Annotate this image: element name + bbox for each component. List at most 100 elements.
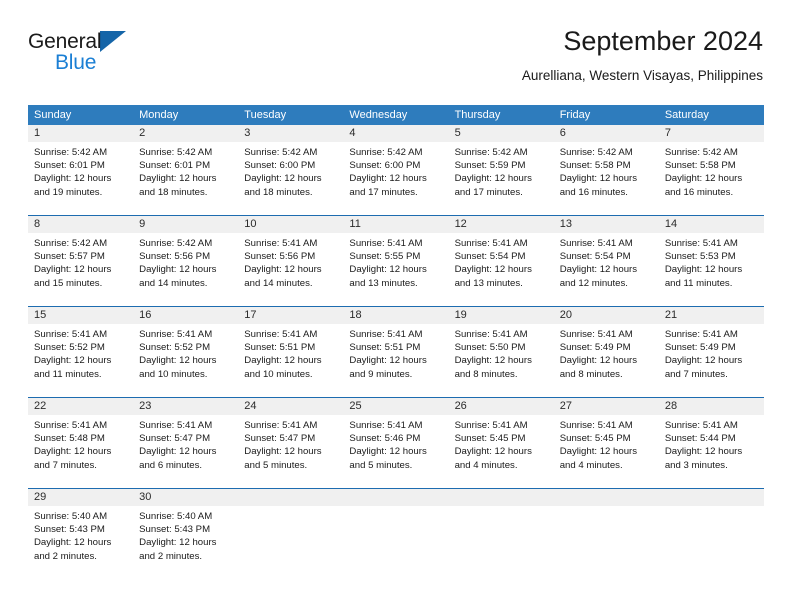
day-cell[interactable]: 3 Sunrise: 5:42 AM Sunset: 6:00 PM Daylight… [238, 125, 344, 203]
day-details: Sunrise: 5:41 AM Sunset: 5:51 PM Daylight:… [343, 324, 448, 381]
daylight-text-line1: Daylight: 12 hours [34, 173, 112, 185]
day-details: Sunrise: 5:42 AM Sunset: 5:58 PM Daylight:… [554, 142, 659, 199]
day-number-band: 26 [448, 398, 554, 415]
day-number-band: 13 [553, 216, 659, 233]
day-number: 11 [349, 218, 361, 230]
daylight-text-line1: Daylight: 12 hours [139, 355, 217, 367]
day-number-band: 16 [133, 307, 239, 324]
day-number-band: 28 [658, 398, 764, 415]
day-number-band: 25 [343, 398, 449, 415]
day-cell[interactable]: 14 Sunrise: 5:41 AM Sunset: 5:53 PM Dayligh… [658, 216, 764, 294]
day-number: 5 [454, 127, 461, 139]
day-number: 16 [139, 309, 152, 321]
day-number: 30 [139, 491, 152, 503]
sunrise-text: Sunrise: 5:42 AM [139, 238, 213, 249]
day-details: Sunrise: 5:41 AM Sunset: 5:45 PM Daylight:… [554, 415, 659, 472]
day-details: Sunrise: 5:41 AM Sunset: 5:49 PM Daylight:… [554, 324, 659, 381]
day-number-band: 15 [28, 307, 134, 324]
sunrise-text: Sunrise: 5:42 AM [559, 147, 633, 158]
day-number: 19 [454, 309, 467, 321]
day-cell[interactable]: 9 Sunrise: 5:42 AM Sunset: 5:56 PM Daylight… [133, 216, 239, 294]
daylight-text-line2: and 10 minutes. [244, 368, 313, 380]
day-cell[interactable]: 18 Sunrise: 5:41 AM Sunset: 5:51 PM Dayligh… [343, 307, 449, 385]
daylight-text-line1: Daylight: 12 hours [349, 446, 427, 458]
sunrise-text: Sunrise: 5:41 AM [139, 329, 213, 340]
day-details [554, 506, 659, 510]
day-number: 3 [244, 127, 251, 139]
day-details: Sunrise: 5:40 AM Sunset: 5:43 PM Daylight:… [28, 506, 133, 563]
day-cell[interactable]: 17 Sunrise: 5:41 AM Sunset: 5:51 PM Dayligh… [238, 307, 344, 385]
day-cell[interactable]: 24 Sunrise: 5:41 AM Sunset: 5:47 PM Dayligh… [238, 398, 344, 476]
sunset-text: Sunset: 6:00 PM [244, 160, 316, 172]
daylight-text-line2: and 17 minutes. [349, 186, 418, 198]
sunset-text: Sunset: 5:43 PM [139, 524, 211, 536]
calendar-week-row: 1 Sunrise: 5:42 AM Sunset: 6:01 PM Daylight… [28, 125, 764, 203]
day-cell[interactable]: 20 Sunrise: 5:41 AM Sunset: 5:49 PM Dayligh… [553, 307, 659, 385]
day-cell[interactable]: 21 Sunrise: 5:41 AM Sunset: 5:49 PM Dayligh… [658, 307, 764, 385]
daylight-text-line1: Daylight: 12 hours [244, 264, 322, 276]
day-cell[interactable]: 5 Sunrise: 5:42 AM Sunset: 5:59 PM Daylight… [448, 125, 554, 203]
day-cell[interactable]: 1 Sunrise: 5:42 AM Sunset: 6:01 PM Daylight… [28, 125, 134, 203]
day-cell[interactable]: 11 Sunrise: 5:41 AM Sunset: 5:55 PM Dayligh… [343, 216, 449, 294]
sunset-text: Sunset: 5:56 PM [244, 251, 316, 263]
day-number-band: 6 [553, 125, 659, 142]
day-details: Sunrise: 5:41 AM Sunset: 5:52 PM Daylight:… [133, 324, 238, 381]
day-cell[interactable]: 2 Sunrise: 5:42 AM Sunset: 6:01 PM Daylight… [133, 125, 239, 203]
daylight-text-line1: Daylight: 12 hours [34, 264, 112, 276]
sunrise-text: Sunrise: 5:40 AM [34, 511, 108, 522]
day-cell[interactable]: 22 Sunrise: 5:41 AM Sunset: 5:48 PM Dayligh… [28, 398, 134, 476]
daylight-text-line1: Daylight: 12 hours [139, 446, 217, 458]
sunrise-text: Sunrise: 5:42 AM [454, 147, 528, 158]
day-number: 8 [34, 218, 41, 230]
day-cell[interactable]: 8 Sunrise: 5:42 AM Sunset: 5:57 PM Daylight… [28, 216, 134, 294]
day-number-band: 18 [343, 307, 449, 324]
day-cell[interactable]: 12 Sunrise: 5:41 AM Sunset: 5:54 PM Dayligh… [448, 216, 554, 294]
daylight-text-line1: Daylight: 12 hours [34, 355, 112, 367]
page-subtitle: Aurelliana, Western Visayas, Philippines [521, 68, 763, 83]
day-cell[interactable]: 7 Sunrise: 5:42 AM Sunset: 5:58 PM Daylight… [658, 125, 764, 203]
sunset-text: Sunset: 5:48 PM [34, 433, 105, 445]
day-cell[interactable]: 19 Sunrise: 5:41 AM Sunset: 5:50 PM Dayligh… [448, 307, 554, 385]
day-cell[interactable]: 13 Sunrise: 5:41 AM Sunset: 5:54 PM Dayligh… [553, 216, 659, 294]
day-cell[interactable]: 29 Sunrise: 5:40 AM Sunset: 5:43 PM Dayligh… [28, 489, 134, 567]
day-number-band: 23 [133, 398, 239, 415]
daylight-text-line2: and 14 minutes. [139, 277, 208, 289]
daylight-text-line2: and 7 minutes. [34, 459, 97, 471]
day-cell[interactable]: 15 Sunrise: 5:41 AM Sunset: 5:52 PM Dayligh… [28, 307, 134, 385]
generalblue-logo[interactable]: General Blue [28, 30, 208, 86]
sunset-text: Sunset: 5:44 PM [664, 433, 736, 445]
daylight-text-line1: Daylight: 12 hours [664, 264, 743, 276]
day-details: Sunrise: 5:41 AM Sunset: 5:47 PM Daylight:… [238, 415, 343, 472]
day-cell[interactable]: 23 Sunrise: 5:41 AM Sunset: 5:47 PM Dayligh… [133, 398, 239, 476]
day-number: 14 [664, 218, 678, 230]
day-details: Sunrise: 5:42 AM Sunset: 5:58 PM Daylight:… [659, 142, 764, 199]
day-cell[interactable]: 6 Sunrise: 5:42 AM Sunset: 5:58 PM Daylight… [553, 125, 659, 203]
day-cell[interactable]: 25 Sunrise: 5:41 AM Sunset: 5:46 PM Dayligh… [343, 398, 449, 476]
sunrise-text: Sunrise: 5:41 AM [349, 420, 423, 431]
week-row-spacer [28, 567, 764, 579]
day-cell[interactable]: 16 Sunrise: 5:41 AM Sunset: 5:52 PM Dayligh… [133, 307, 239, 385]
daylight-text-line2: and 5 minutes. [244, 459, 308, 471]
sunrise-text: Sunrise: 5:41 AM [349, 238, 423, 249]
day-number: 4 [349, 127, 356, 139]
day-cell-empty [658, 489, 764, 567]
sunrise-text: Sunrise: 5:42 AM [349, 147, 423, 158]
day-cell[interactable]: 26 Sunrise: 5:41 AM Sunset: 5:45 PM Dayligh… [448, 398, 554, 476]
day-cell[interactable]: 27 Sunrise: 5:41 AM Sunset: 5:45 PM Dayligh… [553, 398, 659, 476]
weekday-header-monday: Monday [139, 109, 179, 121]
sunrise-text: Sunrise: 5:42 AM [139, 147, 213, 158]
day-details: Sunrise: 5:41 AM Sunset: 5:45 PM Daylight:… [449, 415, 554, 472]
weekday-header-sunday: Sunday [34, 109, 72, 121]
day-cell[interactable]: 4 Sunrise: 5:42 AM Sunset: 6:00 PM Daylight… [343, 125, 449, 203]
sunset-text: Sunset: 5:45 PM [454, 433, 526, 445]
logo-triangle-icon [100, 31, 127, 52]
weekday-header-thursday: Thursday [454, 109, 501, 121]
day-number: 10 [244, 218, 257, 230]
weekday-header-row: Sunday Monday Tuesday Wednesday Thursday… [28, 105, 764, 125]
day-details: Sunrise: 5:41 AM Sunset: 5:50 PM Daylight:… [449, 324, 554, 381]
day-cell[interactable]: 28 Sunrise: 5:41 AM Sunset: 5:44 PM Dayligh… [658, 398, 764, 476]
day-cell[interactable]: 30 Sunrise: 5:40 AM Sunset: 5:43 PM Dayligh… [133, 489, 239, 567]
day-number-band: 14 [658, 216, 764, 233]
day-cell[interactable]: 10 Sunrise: 5:41 AM Sunset: 5:56 PM Dayligh… [238, 216, 344, 294]
day-number: 13 [559, 218, 572, 230]
